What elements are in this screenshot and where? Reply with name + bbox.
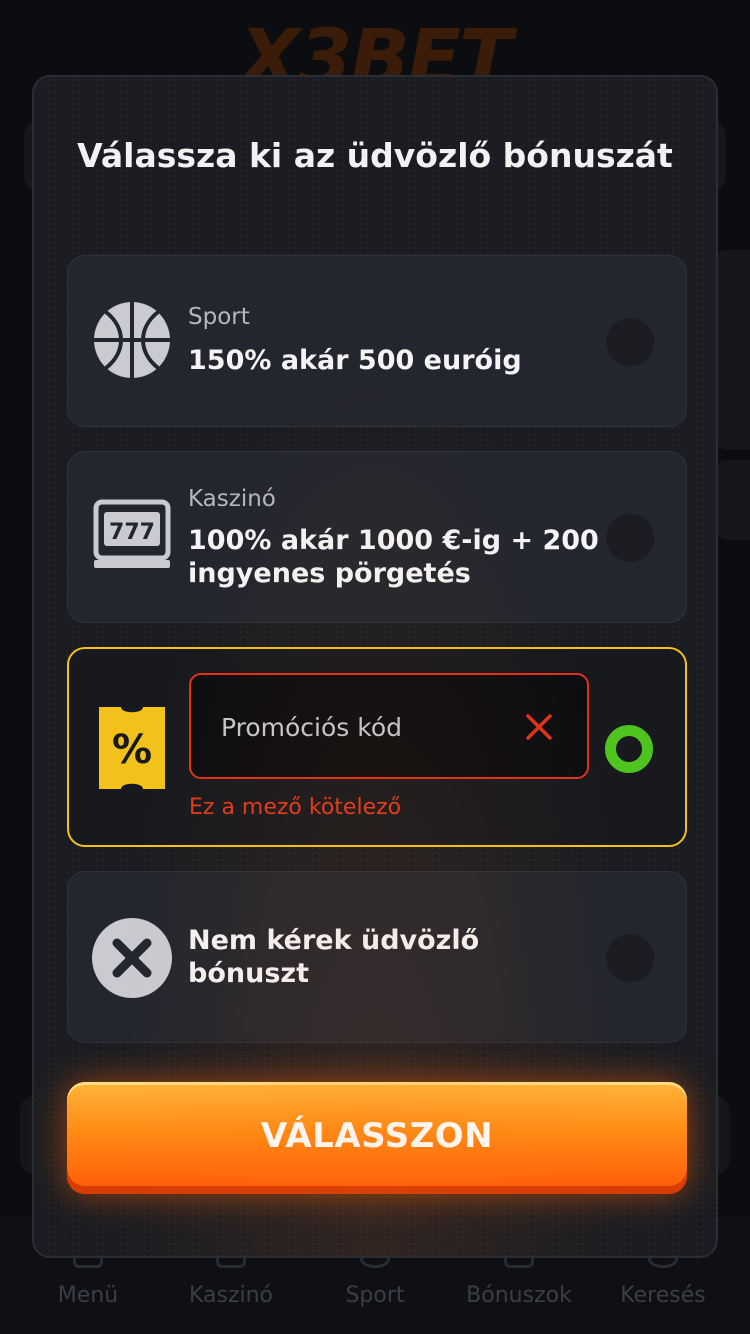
slot-machine-icon: 777 [92,498,172,576]
option-text: Nem kérek üdvözlő bónuszt [188,925,480,989]
page: X3BET Menü Kaszinó Sport Bónuszok Keresé… [0,0,750,1334]
nav-sport[interactable]: Sport [300,1283,450,1308]
radio-promo-selected[interactable] [605,725,653,773]
no-bonus-x-icon [92,918,172,1002]
promo-ticket-icon: % [99,707,165,793]
nav-casino[interactable]: Kaszinó [156,1283,306,1308]
basketball-icon [92,300,172,384]
choose-button[interactable]: VÁLASSZON [67,1082,687,1194]
bonus-option-none[interactable]: Nem kérek üdvözlő bónuszt [67,871,687,1043]
radio-casino[interactable] [606,514,654,562]
radio-sport[interactable] [606,318,654,366]
nav-menu[interactable]: Menü [13,1283,163,1308]
option-category: Kaszinó [188,486,276,512]
bonus-option-promo-code[interactable]: % Ez a mező kötelező [67,647,687,847]
bonus-option-sport[interactable]: Sport 150% akár 500 euróig [67,255,687,427]
option-category: Sport [188,304,250,330]
promo-code-field[interactable] [189,673,589,779]
promo-error-message: Ez a mező kötelező [189,795,402,820]
nav-bonuses[interactable]: Bónuszok [444,1283,594,1308]
option-text: 150% akár 500 euróig [188,345,522,376]
bonus-option-casino[interactable]: 777 Kaszinó 100% akár 1000 €-ig + 200 in… [67,451,687,623]
promo-code-input[interactable] [221,709,521,745]
nav-search[interactable]: Keresés [588,1283,738,1308]
welcome-bonus-modal: Válassza ki az üdvözlő bónuszát Sport 15… [32,75,718,1258]
clear-icon[interactable] [525,713,553,741]
svg-text:777: 777 [109,520,155,545]
modal-title: Válassza ki az üdvözlő bónuszát [77,136,673,175]
svg-text:%: % [112,727,152,773]
radio-no-bonus[interactable] [606,934,654,982]
